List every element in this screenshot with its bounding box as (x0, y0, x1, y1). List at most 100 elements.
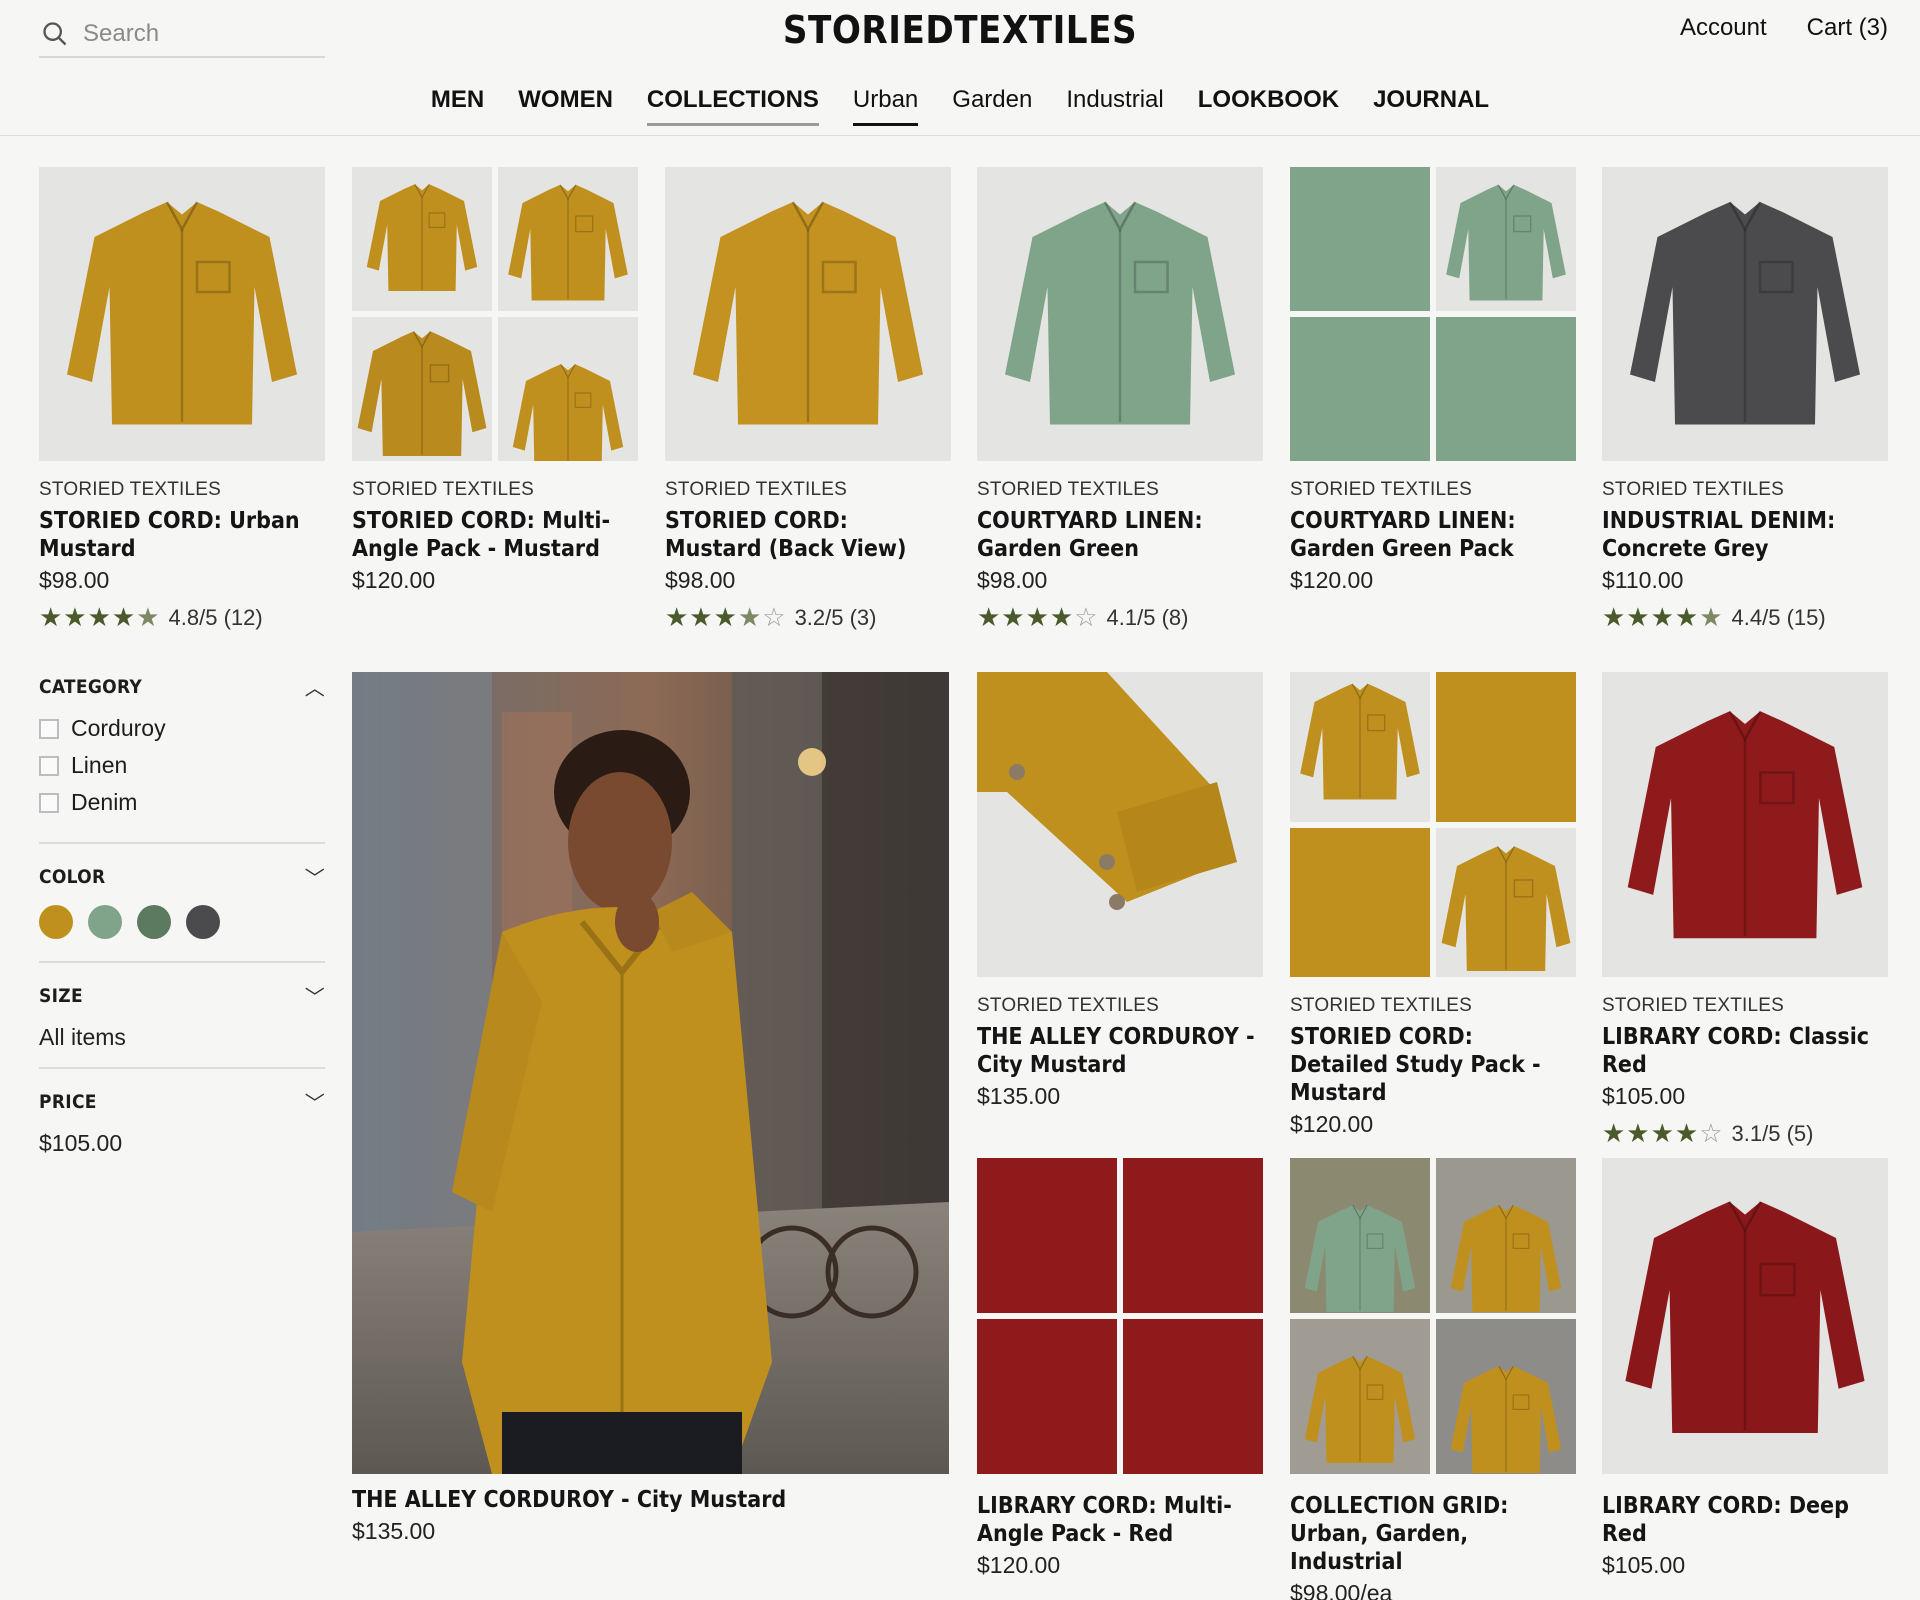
product-card[interactable]: LIBRARY CORD: Multi-Angle Pack - Red $12… (977, 1158, 1263, 1579)
color-swatch-dark-green[interactable] (137, 905, 171, 939)
chevron-down-icon[interactable]: ﹀ (305, 981, 325, 1010)
product-rating: ★★★★☆ 4.1/5 (8) (977, 602, 1263, 633)
product-rating: ★★★★★ 4.8/5 (12) (39, 602, 325, 633)
product-name[interactable]: THE ALLEY CORDUROY - City Mustard (352, 1486, 949, 1514)
rating-text: 4.8/5 (12) (168, 604, 263, 630)
brand-logo[interactable]: STORIEDTEXTILES (783, 8, 1137, 52)
product-brand: STORIED TEXTILES (1290, 995, 1472, 1016)
filter-price-value: $105.00 (39, 1130, 123, 1156)
product-rating: ★★★★☆ 3.1/5 (5) (1602, 1118, 1888, 1149)
product-name[interactable]: THE ALLEY CORDUROY - City Mustard (977, 1023, 1263, 1079)
filter-category: CATEGORY ︿ Corduroy Linen Denim (39, 672, 325, 844)
product-name[interactable]: COLLECTION GRID: Urban, Garden, Industri… (1290, 1492, 1576, 1576)
chevron-up-icon[interactable]: ︿ (305, 672, 325, 701)
product-name[interactable]: STORIED CORD: Multi-Angle Pack - Mustard (352, 507, 638, 563)
product-card[interactable]: STORIED TEXTILES STORIED CORD: Mustard (… (665, 167, 951, 633)
product-card[interactable]: STORIED TEXTILES INDUSTRIAL DENIM: Concr… (1602, 167, 1888, 633)
checkbox[interactable] (39, 792, 59, 813)
product-card[interactable]: LIBRARY CORD: Deep Red $105.00 (1602, 1158, 1888, 1579)
product-price: $120.00 (977, 1552, 1061, 1578)
filter-option-linen[interactable]: Linen (39, 752, 325, 779)
shirt-image (57, 187, 307, 437)
nav-urban[interactable]: Urban (852, 86, 919, 126)
product-price: $105.00 (1602, 1083, 1686, 1109)
checkbox[interactable] (39, 718, 59, 739)
filter-color: COLOR ﹀ (39, 862, 325, 963)
product-name[interactable]: LIBRARY CORD: Classic Red (1602, 1023, 1888, 1079)
product-image[interactable] (977, 672, 1263, 977)
product-card[interactable]: COLLECTION GRID: Urban, Garden, Industri… (1290, 1158, 1576, 1600)
product-name[interactable]: COURTYARD LINEN: Garden Green Pack (1290, 507, 1576, 563)
color-swatch-mustard[interactable] (39, 905, 73, 939)
product-name[interactable]: STORIED CORD: Urban Mustard (39, 507, 325, 563)
nav-women[interactable]: WOMEN (518, 86, 613, 126)
product-card[interactable]: STORIED TEXTILES LIBRARY CORD: Classic R… (1602, 672, 1888, 1149)
product-price: $105.00 (1602, 1552, 1686, 1578)
product-image[interactable] (1290, 1158, 1576, 1474)
product-image[interactable] (39, 167, 325, 461)
product-brand: STORIED TEXTILES (665, 479, 847, 500)
star-rating-icon: ★★★★☆ (977, 602, 1099, 632)
nav-men[interactable]: MEN (431, 86, 484, 126)
product-image[interactable] (1602, 1158, 1888, 1474)
filter-category-header[interactable]: CATEGORY ︿ (39, 672, 325, 701)
product-price: $110.00 (1602, 567, 1684, 593)
filter-price-header[interactable]: PRICE ﹀ (39, 1087, 325, 1116)
product-image[interactable] (665, 167, 951, 461)
checkbox[interactable] (39, 755, 59, 776)
product-brand: STORIED TEXTILES (352, 479, 534, 500)
product-image[interactable] (977, 167, 1263, 461)
product-image[interactable] (1602, 672, 1888, 977)
star-rating-icon: ★★★★☆ (665, 602, 787, 632)
product-brand: STORIED TEXTILES (39, 479, 221, 500)
cart-link[interactable]: Cart (3) (1807, 14, 1888, 42)
product-name[interactable]: LIBRARY CORD: Multi-Angle Pack - Red (977, 1492, 1263, 1548)
product-card[interactable]: STORIED TEXTILES COURTYARD LINEN: Garden… (1290, 167, 1576, 594)
nav-industrial[interactable]: Industrial (1066, 86, 1163, 126)
product-card[interactable]: STORIED TEXTILES THE ALLEY CORDUROY - Ci… (977, 672, 1263, 1110)
color-swatch-grey[interactable] (186, 905, 220, 939)
product-name[interactable]: INDUSTRIAL DENIM: Concrete Grey (1602, 507, 1888, 563)
product-brand: STORIED TEXTILES (1602, 995, 1784, 1016)
product-price: $98.00 (977, 567, 1048, 593)
main-nav: MEN WOMEN COLLECTIONS Urban Garden Indus… (0, 86, 1920, 126)
product-rating: ★★★★☆ 3.2/5 (3) (665, 602, 951, 633)
filter-option-denim[interactable]: Denim (39, 789, 325, 816)
product-brand: STORIED TEXTILES (977, 479, 1159, 500)
nav-journal[interactable]: JOURNAL (1373, 86, 1489, 126)
chevron-down-icon[interactable]: ﹀ (305, 862, 325, 891)
chevron-down-icon[interactable]: ﹀ (305, 1087, 325, 1116)
product-brand: STORIED TEXTILES (1602, 479, 1784, 500)
search-bar[interactable] (39, 12, 325, 58)
rating-text: 3.1/5 (5) (1731, 1120, 1814, 1146)
product-image[interactable] (1602, 167, 1888, 461)
product-name[interactable]: STORIED CORD: Detailed Study Pack - Must… (1290, 1023, 1576, 1107)
lookbook-hero-image[interactable] (352, 672, 949, 1474)
rating-text: 3.2/5 (3) (794, 604, 877, 630)
product-card[interactable]: STORIED TEXTILES STORIED CORD: Multi-Ang… (352, 167, 638, 594)
product-image[interactable] (977, 1158, 1263, 1474)
product-price: $120.00 (1290, 567, 1374, 593)
star-rating-icon: ★★★★★ (1602, 602, 1724, 632)
product-image[interactable] (1290, 672, 1576, 977)
star-rating-icon: ★★★★★ (39, 602, 161, 632)
product-card[interactable]: STORIED TEXTILES COURTYARD LINEN: Garden… (977, 167, 1263, 633)
filter-color-header[interactable]: COLOR ﹀ (39, 862, 325, 891)
nav-collections[interactable]: COLLECTIONS (646, 86, 819, 126)
filter-option-corduroy[interactable]: Corduroy (39, 715, 325, 742)
search-input[interactable] (83, 20, 303, 48)
product-name[interactable]: LIBRARY CORD: Deep Red (1602, 1492, 1888, 1548)
search-icon[interactable] (41, 20, 69, 48)
account-link[interactable]: Account (1680, 14, 1767, 42)
nav-garden[interactable]: Garden (952, 86, 1032, 126)
product-card[interactable]: STORIED TEXTILES STORIED CORD: Detailed … (1290, 672, 1576, 1138)
product-card[interactable]: STORIED TEXTILES STORIED CORD: Urban Mus… (39, 167, 325, 633)
product-image[interactable] (352, 167, 638, 461)
product-price: $98.00 (665, 567, 736, 593)
product-name[interactable]: COURTYARD LINEN: Garden Green (977, 507, 1263, 563)
filter-size-header[interactable]: SIZE ﹀ (39, 981, 325, 1010)
product-name[interactable]: STORIED CORD: Mustard (Back View) (665, 507, 951, 563)
nav-lookbook[interactable]: LOOKBOOK (1198, 86, 1339, 126)
color-swatch-green[interactable] (88, 905, 122, 939)
product-image[interactable] (1290, 167, 1576, 461)
